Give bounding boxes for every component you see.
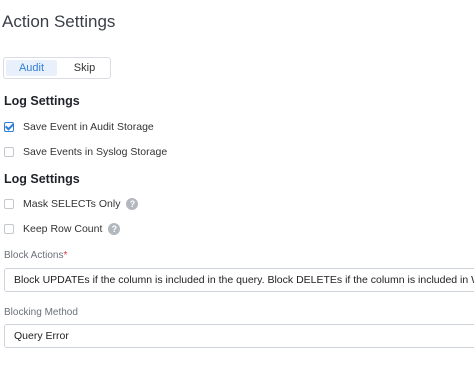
mask-selects-checkbox[interactable] (4, 199, 14, 209)
save-syslog-storage-label: Save Events in Syslog Storage (23, 146, 168, 158)
page-title: Action Settings (2, 12, 116, 31)
block-actions-label-text: Block Actions (4, 250, 64, 261)
save-audit-storage-label: Save Event in Audit Storage (23, 121, 154, 133)
tab-audit[interactable]: Audit (6, 60, 57, 76)
block-actions-select[interactable]: Block UPDATEs if the column is included … (4, 268, 474, 292)
keep-row-count-label: Keep Row Count (23, 223, 103, 235)
keep-row-count-option[interactable]: Keep Row Count ? (4, 223, 121, 235)
required-mark: * (63, 250, 68, 261)
keep-row-count-checkbox[interactable] (4, 224, 14, 234)
save-syslog-storage-option[interactable]: Save Events in Syslog Storage (4, 146, 167, 158)
save-audit-storage-option[interactable]: Save Event in Audit Storage (4, 121, 154, 133)
help-icon[interactable]: ? (126, 198, 139, 210)
log-settings-heading: Log Settings (4, 94, 80, 108)
log-settings-heading-2: Log Settings (4, 172, 80, 186)
audit-skip-toggle: Audit Skip (3, 57, 111, 79)
help-icon[interactable]: ? (108, 223, 121, 235)
tab-skip[interactable]: Skip (59, 58, 110, 78)
mask-selects-option[interactable]: Mask SELECTs Only ? (4, 198, 139, 210)
save-syslog-storage-checkbox[interactable] (4, 147, 14, 157)
blocking-method-select[interactable]: Query Error (4, 324, 474, 348)
block-actions-label: Block Actions* (4, 250, 67, 261)
blocking-method-label: Blocking Method (4, 307, 78, 318)
save-audit-storage-checkbox[interactable] (4, 122, 14, 132)
mask-selects-label: Mask SELECTs Only (23, 198, 121, 210)
